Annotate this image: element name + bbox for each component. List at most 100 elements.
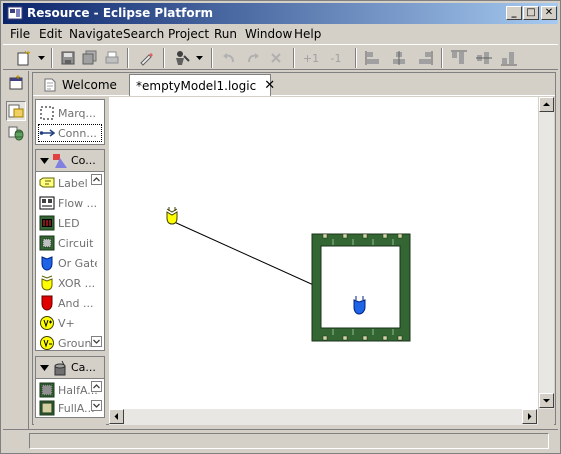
menu-project[interactable]: Project	[168, 27, 209, 41]
open-perspective-button[interactable]	[6, 73, 26, 93]
palette-scroll-up[interactable]	[91, 174, 102, 185]
shapes-icon	[53, 153, 67, 168]
led-icon	[39, 215, 55, 231]
close-button[interactable]: ✕	[541, 6, 557, 20]
chevron-down-icon	[195, 56, 203, 60]
palette-item-led[interactable]: LED	[39, 214, 97, 232]
palette-canned-label: Ca...	[71, 361, 96, 374]
align-right-button[interactable]	[413, 49, 435, 67]
palette-scroll-down[interactable]	[91, 336, 102, 347]
delete-icon	[271, 53, 281, 63]
toolbar-separator	[293, 48, 295, 68]
chevron-down-icon	[40, 364, 49, 371]
print-button[interactable]	[103, 49, 121, 67]
tab-empty-model-label: *emptyModel1.logic	[136, 78, 257, 93]
palette-item-label[interactable]: Label	[39, 174, 97, 192]
decrement-button[interactable]: -1	[325, 49, 347, 67]
palette-components-header[interactable]: Co...	[36, 150, 104, 172]
connection-icon	[39, 129, 55, 137]
align-left-button[interactable]	[363, 49, 385, 67]
toolbar-separator	[211, 48, 213, 68]
v-plus-icon	[40, 316, 54, 330]
scroll-right-button[interactable]	[522, 409, 537, 424]
marquee-icon	[40, 106, 54, 120]
full-adder-icon	[39, 400, 55, 416]
eclipse-window: Resource - Eclipse Platform _ □ ✕ File E…	[0, 0, 561, 454]
palette-item-label-label: Label	[58, 176, 88, 190]
eclipse-app-icon	[7, 6, 23, 20]
or-gate-icon	[41, 256, 53, 271]
palette-item-v-plus[interactable]: V+	[39, 314, 97, 332]
tab-empty-model[interactable]: *emptyModel1.logic ✕	[129, 74, 275, 96]
palette-canned-header[interactable]: Ca...	[36, 357, 104, 379]
palette-canned-group: Ca... HalfA... FullA...	[35, 356, 105, 418]
scroll-up-button[interactable]	[539, 97, 554, 112]
menu-edit[interactable]: Edit	[39, 27, 62, 41]
xor-gate-component[interactable]	[166, 207, 178, 225]
diagram-canvas[interactable]	[109, 97, 554, 425]
align-center-icon	[393, 51, 405, 65]
undo-icon	[223, 53, 234, 63]
delete-button[interactable]	[266, 49, 286, 67]
circuit-component[interactable]	[311, 233, 411, 342]
save-all-button[interactable]	[81, 49, 99, 67]
palette-item-full-adder-label: FullA...	[58, 401, 95, 415]
menu-search[interactable]: Search	[123, 27, 164, 41]
new-wizard-dropdown[interactable]	[36, 49, 46, 67]
menu-run[interactable]: Run	[214, 27, 237, 41]
palette-item-flow[interactable]: Flow ...	[39, 194, 97, 212]
print-icon	[105, 51, 119, 64]
palette-components-group: Co... Label Flow ... LED Circuit Or Gate…	[35, 149, 105, 351]
menu-navigate[interactable]: Navigate	[69, 27, 123, 41]
run-button[interactable]	[171, 49, 193, 67]
scroll-left-button[interactable]	[109, 409, 124, 424]
palette-item-xor-gate[interactable]: XOR ...	[39, 274, 97, 292]
new-wizard-button[interactable]	[15, 49, 35, 67]
title-bar[interactable]: Resource - Eclipse Platform _ □ ✕	[3, 3, 558, 24]
flow-container-icon	[39, 196, 55, 210]
menu-file[interactable]: File	[10, 27, 30, 41]
vertical-scrollbar[interactable]	[538, 97, 554, 409]
palette-item-marquee[interactable]: Marq...	[39, 104, 97, 122]
palette-canned-scroll-down[interactable]	[91, 400, 102, 411]
palette-item-xor-gate-label: XOR ...	[58, 276, 96, 290]
maximize-button[interactable]: □	[523, 6, 539, 20]
palette-canned-scroll-up[interactable]	[91, 381, 102, 392]
align-bottom-button[interactable]	[498, 49, 520, 67]
perspective-bar	[3, 71, 29, 429]
increment-button[interactable]: +1	[300, 49, 322, 67]
palette-item-or-gate[interactable]: Or Gate	[39, 254, 97, 272]
align-middle-button[interactable]	[473, 49, 495, 67]
save-button[interactable]	[59, 49, 77, 67]
resource-perspective-button[interactable]	[6, 101, 26, 121]
palette-item-and-gate[interactable]: And ...	[39, 294, 97, 312]
minimize-button[interactable]: _	[506, 6, 522, 20]
palette-item-circuit[interactable]: Circuit	[39, 234, 97, 252]
save-all-icon	[82, 50, 97, 65]
align-center-button[interactable]	[388, 49, 410, 67]
redo-button[interactable]	[243, 49, 263, 67]
close-tab-icon[interactable]: ✕	[264, 78, 275, 93]
palette-item-half-adder[interactable]: HalfA...	[39, 381, 97, 399]
align-top-button[interactable]	[448, 49, 470, 67]
palette-item-ground[interactable]: Ground	[39, 334, 97, 352]
palette-tools-group: Marq... Conn...	[35, 99, 105, 145]
undo-button[interactable]	[219, 49, 239, 67]
menu-window[interactable]: Window	[245, 27, 292, 41]
palette-components-label: Co...	[71, 154, 96, 167]
debug-perspective-button[interactable]	[6, 123, 26, 143]
window-title: Resource - Eclipse Platform	[27, 6, 214, 20]
chevron-up-icon	[93, 177, 100, 182]
palette-item-full-adder[interactable]: FullA...	[39, 399, 97, 417]
editor-tab-bar: Welcome *emptyModel1.logic ✕	[33, 73, 555, 96]
redo-icon	[248, 53, 259, 63]
scroll-down-button[interactable]	[539, 393, 554, 408]
palette-item-connection[interactable]: Conn...	[38, 124, 102, 142]
tab-welcome[interactable]: Welcome	[35, 74, 127, 96]
menu-help[interactable]: Help	[294, 27, 321, 41]
run-dropdown[interactable]	[194, 49, 204, 67]
arrow-left-icon	[114, 413, 118, 420]
horizontal-scrollbar[interactable]	[109, 409, 538, 425]
align-right-icon	[419, 51, 433, 65]
pencil-button[interactable]	[135, 49, 157, 67]
